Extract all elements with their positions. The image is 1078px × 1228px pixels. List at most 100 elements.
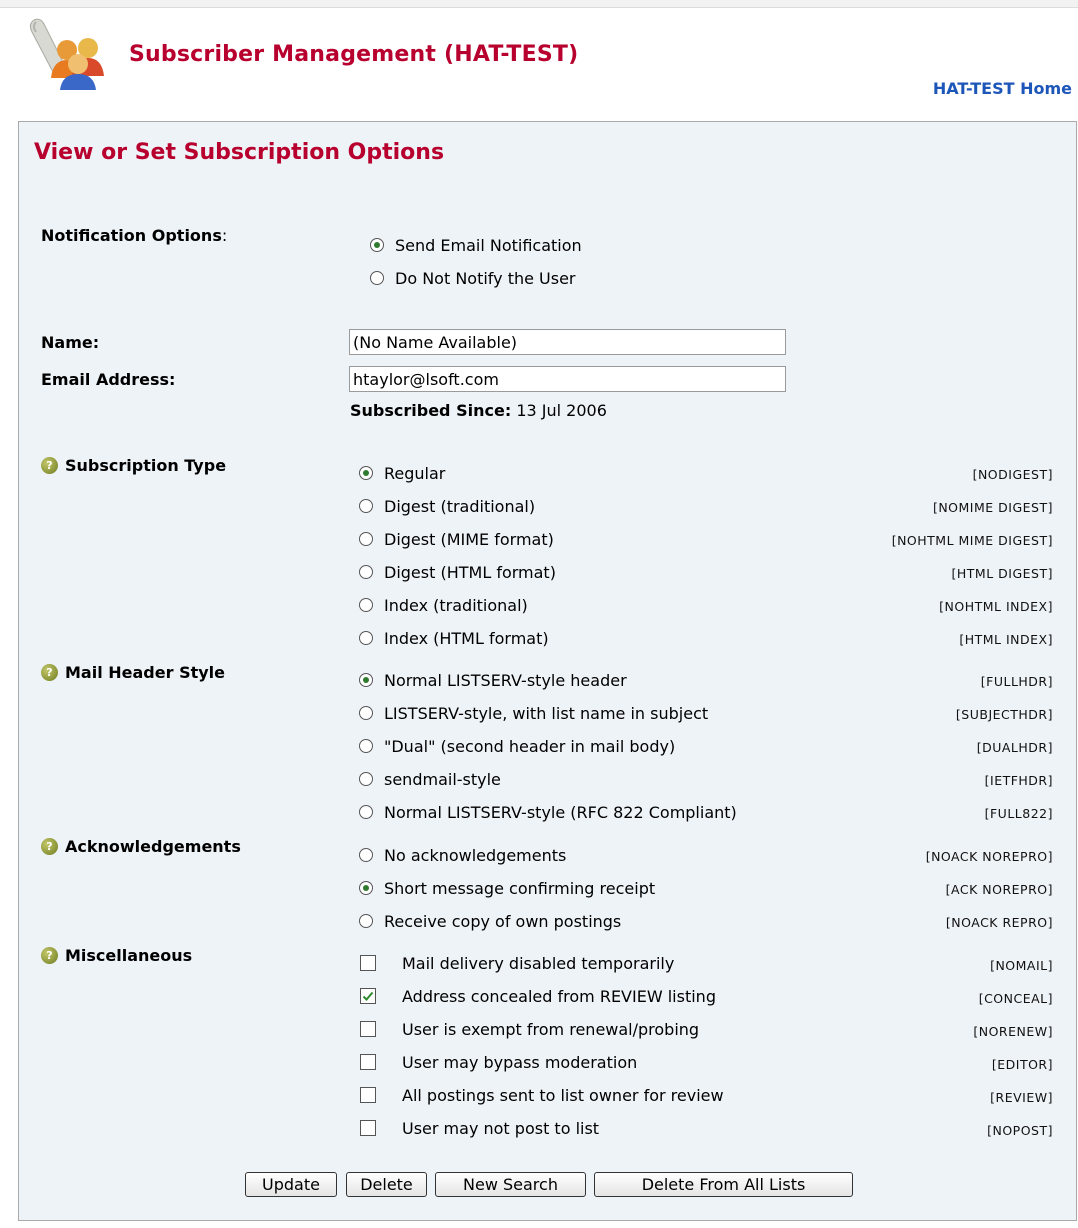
- subtype-label: Digest (MIME format): [384, 529, 554, 549]
- header-radio[interactable]: [359, 739, 373, 753]
- subtype-code: [NOHTML INDEX]: [939, 599, 1053, 614]
- misc-option[interactable]: Address concealed from REVIEW listing: [360, 985, 716, 1007]
- subtype-option[interactable]: Digest (MIME format): [359, 528, 554, 550]
- subtype-radio[interactable]: [359, 466, 373, 480]
- subtype-option[interactable]: Digest (HTML format): [359, 561, 556, 583]
- misc-option[interactable]: User may not post to list: [360, 1117, 599, 1139]
- subtype-option[interactable]: Regular: [359, 462, 445, 484]
- header-label: sendmail-style: [384, 769, 501, 789]
- subtype-code: [NOMIME DIGEST]: [932, 500, 1053, 515]
- subscription-type-label: Subscription Type: [65, 456, 227, 475]
- subtype-radio[interactable]: [359, 598, 373, 612]
- misc-code: [NORENEW]: [973, 1024, 1053, 1039]
- misc-checkbox[interactable]: [360, 988, 376, 1004]
- update-button[interactable]: Update: [245, 1172, 337, 1197]
- misc-label: User may not post to list: [402, 1118, 600, 1138]
- subtype-option[interactable]: Index (traditional): [359, 594, 528, 616]
- misc-option[interactable]: Mail delivery disabled temporarily: [360, 952, 674, 974]
- notify-send-label: Send Email Notification: [395, 235, 582, 255]
- help-icon[interactable]: ?: [41, 664, 58, 681]
- header-option[interactable]: Normal LISTSERV-style header: [359, 669, 627, 691]
- notify-none-label: Do Not Notify the User: [395, 268, 576, 288]
- misc-option[interactable]: All postings sent to list owner for revi…: [360, 1084, 724, 1106]
- header-option[interactable]: LISTSERV-style, with list name in subjec…: [359, 702, 708, 724]
- subtype-code: [HTML DIGEST]: [951, 566, 1053, 581]
- subtype-radio[interactable]: [359, 499, 373, 513]
- subtype-code: [NODIGEST]: [972, 467, 1053, 482]
- ack-label: No acknowledgements: [384, 845, 567, 865]
- misc-label: User is exempt from renewal/probing: [402, 1019, 700, 1039]
- subscribed-since: Subscribed Since: 13 Jul 2006: [350, 401, 607, 420]
- header-code: [FULL822]: [984, 806, 1053, 821]
- misc-option[interactable]: User may bypass moderation: [360, 1051, 637, 1073]
- miscellaneous-heading: ? Miscellaneous: [41, 946, 192, 965]
- header-code: [FULLHDR]: [980, 674, 1053, 689]
- home-link[interactable]: HAT-TEST Home: [933, 79, 1072, 98]
- misc-checkbox[interactable]: [360, 1120, 376, 1136]
- subtype-radio[interactable]: [359, 631, 373, 645]
- notification-options-label: Notification Options:: [41, 226, 228, 245]
- ack-code: [NOACK REPRO]: [945, 915, 1053, 930]
- misc-option[interactable]: User is exempt from renewal/probing: [360, 1018, 699, 1040]
- header-option[interactable]: "Dual" (second header in mail body): [359, 735, 675, 757]
- help-icon[interactable]: ?: [41, 838, 58, 855]
- header-label: LISTSERV-style, with list name in subjec…: [384, 703, 709, 723]
- miscellaneous-label: Miscellaneous: [65, 946, 193, 965]
- ack-radio[interactable]: [359, 914, 373, 928]
- help-icon[interactable]: ?: [41, 457, 58, 474]
- new-search-button[interactable]: New Search: [435, 1172, 586, 1197]
- acknowledgements-heading: ? Acknowledgements: [41, 837, 241, 856]
- subtype-code: [HTML INDEX]: [959, 632, 1053, 647]
- name-label: Name:: [41, 333, 100, 352]
- mail-header-label: Mail Header Style: [65, 663, 225, 682]
- delete-button[interactable]: Delete: [346, 1172, 427, 1197]
- subtype-option[interactable]: Index (HTML format): [359, 627, 549, 649]
- subtype-option[interactable]: Digest (traditional): [359, 495, 535, 517]
- misc-checkbox[interactable]: [360, 955, 376, 971]
- ack-radio[interactable]: [359, 881, 373, 895]
- misc-code: [NOMAIL]: [990, 958, 1053, 973]
- ack-option[interactable]: Receive copy of own postings: [359, 910, 621, 932]
- misc-checkbox[interactable]: [360, 1087, 376, 1103]
- subscribers-logo-icon: [29, 18, 104, 90]
- header-radio[interactable]: [359, 772, 373, 786]
- subscribed-since-value: 13 Jul 2006: [516, 401, 607, 420]
- notify-none-radio[interactable]: [370, 271, 384, 285]
- notify-send-radio[interactable]: [370, 238, 384, 252]
- ack-code: [ACK NOREPRO]: [945, 882, 1053, 897]
- email-label: Email Address:: [41, 370, 176, 389]
- misc-label: User may bypass moderation: [402, 1052, 638, 1072]
- header-option[interactable]: Normal LISTSERV-style (RFC 822 Compliant…: [359, 801, 737, 823]
- name-input[interactable]: [349, 329, 786, 355]
- subtype-radio[interactable]: [359, 532, 373, 546]
- misc-checkbox[interactable]: [360, 1021, 376, 1037]
- misc-code: [NOPOST]: [987, 1123, 1053, 1138]
- ack-radio[interactable]: [359, 848, 373, 862]
- app-title: Subscriber Management (HAT-TEST): [129, 42, 579, 67]
- subtype-label: Index (traditional): [384, 595, 528, 615]
- delete-from-all-lists-button[interactable]: Delete From All Lists: [594, 1172, 853, 1197]
- misc-checkbox[interactable]: [360, 1054, 376, 1070]
- notify-send-option[interactable]: Send Email Notification: [370, 234, 582, 256]
- subscription-type-heading: ? Subscription Type: [41, 456, 226, 475]
- subtype-label: Regular: [384, 463, 446, 483]
- acknowledgements-label: Acknowledgements: [65, 837, 241, 856]
- email-input[interactable]: [349, 366, 786, 392]
- header-radio[interactable]: [359, 673, 373, 687]
- header-radio[interactable]: [359, 706, 373, 720]
- header-code: [IETFHDR]: [984, 773, 1053, 788]
- subscribed-since-label: Subscribed Since:: [350, 401, 512, 420]
- help-icon[interactable]: ?: [41, 947, 58, 964]
- header-radio[interactable]: [359, 805, 373, 819]
- header-option[interactable]: sendmail-style: [359, 768, 501, 790]
- ack-option[interactable]: Short message confirming receipt: [359, 877, 655, 899]
- notify-none-option[interactable]: Do Not Notify the User: [370, 267, 576, 289]
- subtype-label: Index (HTML format): [384, 628, 549, 648]
- subtype-code: [NOHTML MIME DIGEST]: [891, 533, 1053, 548]
- top-border: [0, 0, 1078, 8]
- header-label: Normal LISTSERV-style (RFC 822 Compliant…: [384, 802, 737, 822]
- subtype-label: Digest (traditional): [384, 496, 536, 516]
- ack-option[interactable]: No acknowledgements: [359, 844, 566, 866]
- subtype-radio[interactable]: [359, 565, 373, 579]
- header-code: [DUALHDR]: [976, 740, 1053, 755]
